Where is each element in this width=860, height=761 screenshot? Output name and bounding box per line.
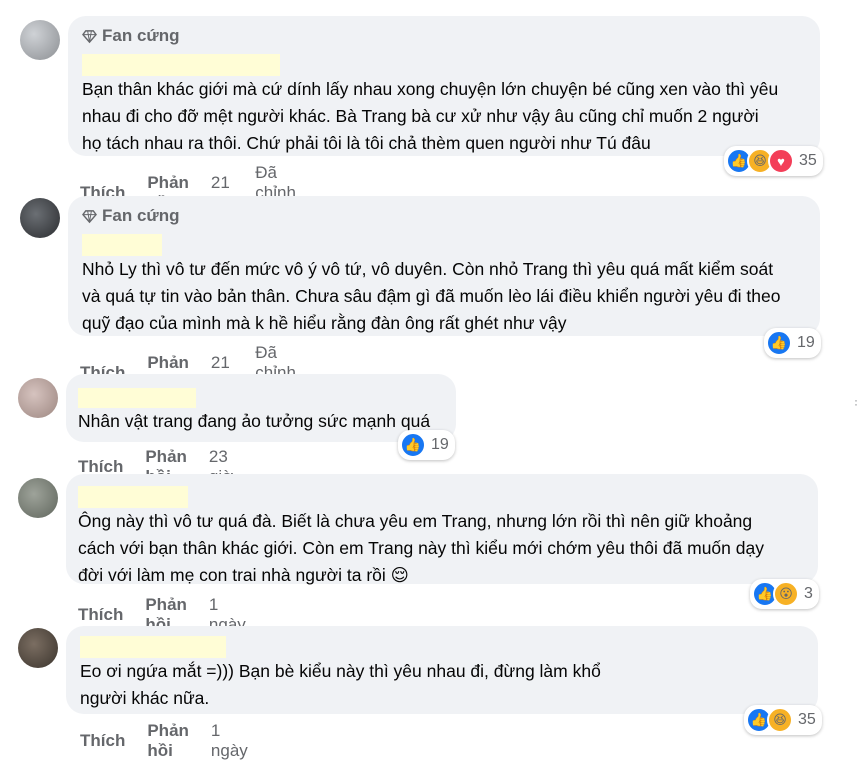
diamond-icon: [82, 209, 97, 223]
reactions-summary[interactable]: 👍 😆 35: [744, 705, 822, 735]
comment-bubble: Eo ơi ngứa mắt =))) Bạn bè kiểu này thì …: [66, 626, 818, 714]
fan-badge: Fan cứng: [82, 26, 179, 46]
comment-bubble: Fan cứng Nhỏ Ly thì vô tư đến mức vô ý v…: [68, 196, 820, 336]
reactions-summary[interactable]: 👍 19: [764, 328, 821, 358]
reaction-count: 35: [799, 152, 817, 169]
reaction-count: 35: [798, 711, 816, 728]
comment-text: Ông này thì vô tư quá đà. Biết là chưa y…: [78, 511, 764, 585]
commenter-name[interactable]: [78, 486, 188, 508]
comment-bubble: Fan cứng Bạn thân khác giới mà cứ dính l…: [68, 16, 820, 156]
comment-text: Bạn thân khác giới mà cứ dính lấy nhau x…: [82, 79, 779, 153]
avatar[interactable]: [18, 378, 58, 418]
reaction-count: 3: [804, 585, 813, 602]
more-options-icon[interactable]: · ·: [854, 394, 858, 410]
commenter-name[interactable]: [82, 234, 162, 256]
avatar[interactable]: [20, 198, 60, 238]
reactions-summary[interactable]: 👍 😮 3: [750, 579, 819, 609]
badge-label: Fan cứng: [102, 206, 180, 225]
comment-text: Nhân vật trang đang ảo tưởng sức mạnh qu…: [78, 411, 431, 431]
comment-bubble: Ông này thì vô tư quá đà. Biết là chưa y…: [66, 474, 818, 585]
reaction-count: 19: [431, 436, 449, 453]
diamond-icon: [82, 29, 97, 43]
avatar[interactable]: [20, 20, 60, 60]
reply-button[interactable]: Phản hồi: [147, 721, 189, 761]
like-button[interactable]: Thích: [80, 731, 125, 751]
fan-badge: Fan cứng: [82, 206, 179, 226]
like-icon: 👍: [400, 432, 426, 458]
comment-text: Eo ơi ngứa mắt =))) Bạn bè kiểu này thì …: [80, 661, 601, 708]
reactions-summary[interactable]: 👍 19: [398, 430, 455, 460]
commenter-name[interactable]: [82, 54, 280, 76]
comment-actions: Thích Phản hồi 1 ngày: [80, 721, 268, 761]
avatar[interactable]: [18, 478, 58, 518]
commenter-name[interactable]: [78, 388, 196, 408]
comment-text: Nhỏ Ly thì vô tư đến mức vô ý vô tứ, vô …: [82, 259, 781, 333]
timestamp[interactable]: 1 ngày: [211, 721, 248, 761]
like-button[interactable]: Thích: [78, 605, 123, 625]
haha-icon: 😆: [767, 707, 793, 733]
like-icon: 👍: [766, 330, 792, 356]
reaction-count: 19: [797, 334, 815, 351]
love-icon: ♥: [768, 148, 794, 174]
comment-bubble: Nhân vật trang đang ảo tưởng sức mạnh qu…: [66, 374, 456, 442]
commenter-name[interactable]: [80, 636, 226, 658]
wow-icon: 😮: [773, 581, 799, 607]
avatar[interactable]: [18, 628, 58, 668]
reactions-summary[interactable]: 👍 😆 ♥ 35: [724, 146, 823, 176]
badge-label: Fan cứng: [102, 26, 180, 45]
